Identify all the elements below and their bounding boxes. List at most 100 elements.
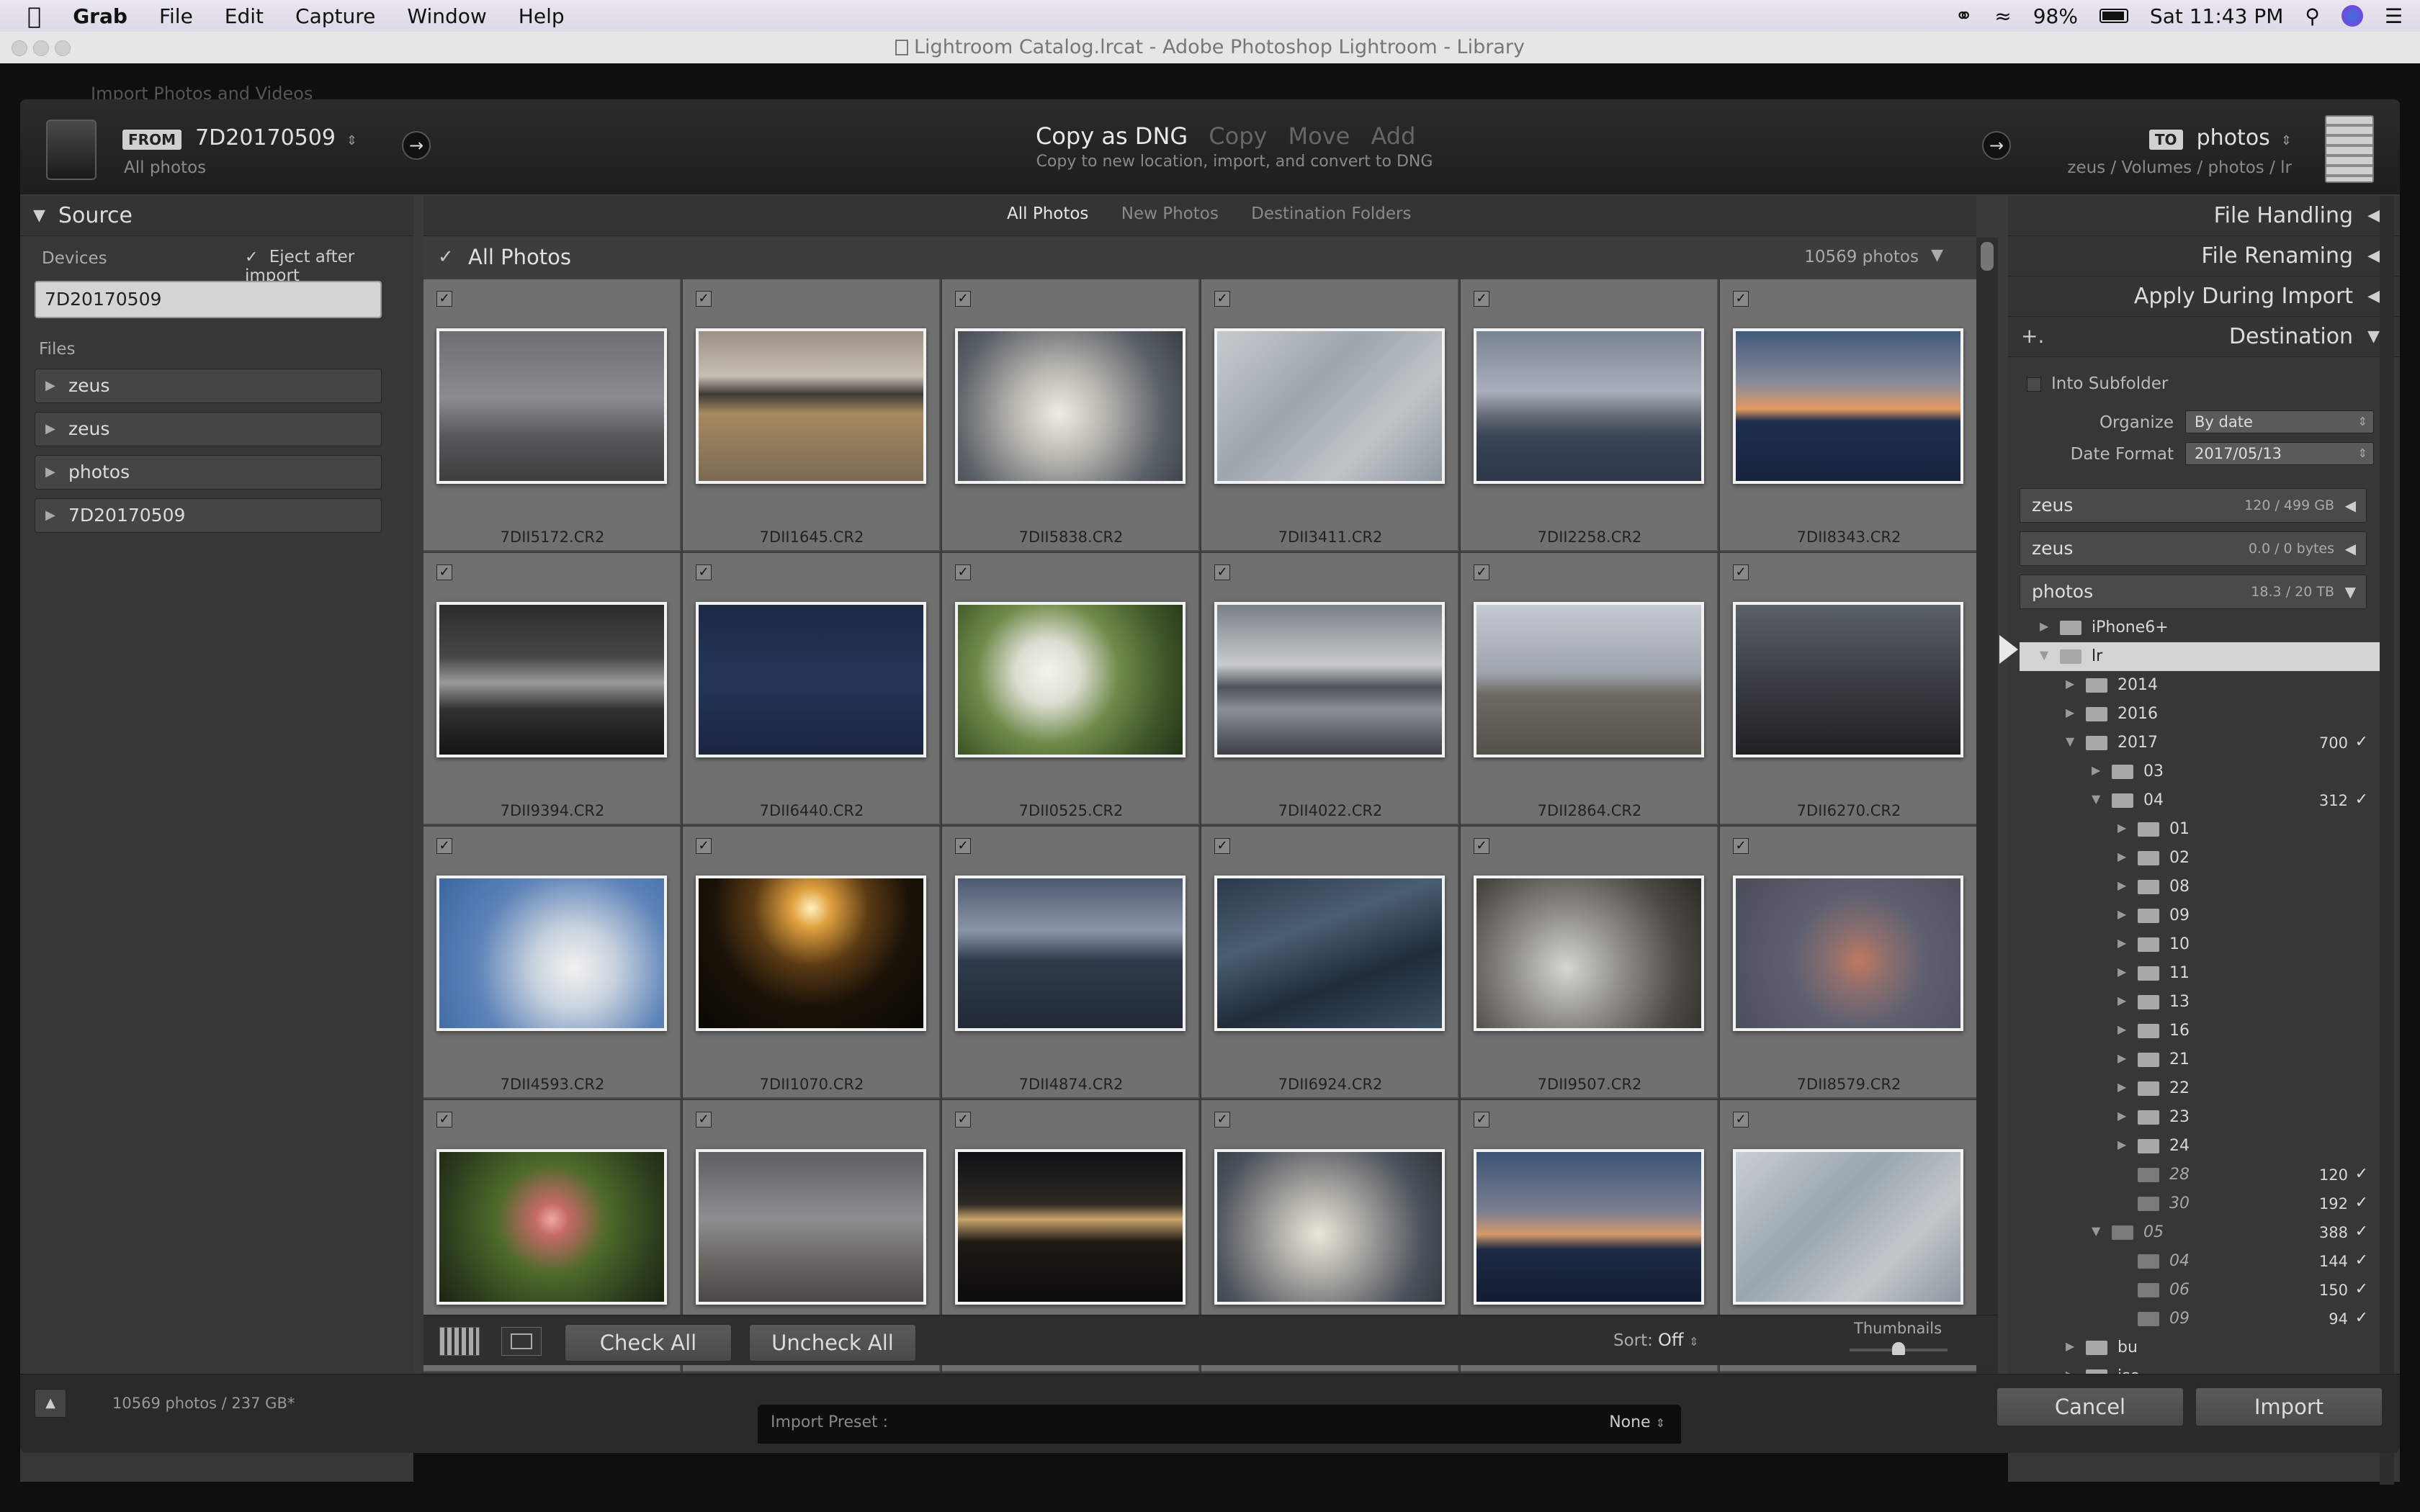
grid-view-icon[interactable] — [439, 1327, 480, 1356]
mode-move[interactable]: Move — [1289, 122, 1350, 150]
folder-tree-item[interactable]: ▶ 13 — [2020, 988, 2380, 1017]
add-folder-plus-icon[interactable]: +. — [2021, 324, 2044, 348]
folder-tree-item[interactable]: ▼ 05 388 ✓ — [2020, 1218, 2380, 1247]
photo-thumbnail[interactable] — [696, 876, 926, 1031]
disclosure-closed-icon[interactable]: ▶ — [2066, 1339, 2074, 1353]
show-more-options-icon[interactable]: ▲ — [35, 1389, 66, 1418]
photo-cell[interactable]: ✓ 7DII8343.CR2 — [1720, 279, 1976, 552]
photo-thumbnail[interactable] — [696, 1149, 926, 1305]
disclosure-closed-icon[interactable]: ▶ — [2066, 706, 2074, 719]
folder-tree-item[interactable]: ▶ 2016 — [2020, 700, 2380, 729]
photo-checkbox[interactable]: ✓ — [955, 838, 971, 854]
folder-tree-item[interactable]: ▶ 01 — [2020, 815, 2380, 844]
folder-tree-item[interactable]: 06 150 ✓ — [2020, 1276, 2380, 1305]
disclosure-closed-icon[interactable]: ▶ — [2118, 1051, 2126, 1065]
destination-drive-icon[interactable] — [2325, 115, 2374, 183]
mode-copy[interactable]: Copy — [1209, 122, 1267, 150]
photo-checkbox[interactable]: ✓ — [436, 564, 452, 580]
photo-checkbox[interactable]: ✓ — [1474, 564, 1489, 580]
disclosure-closed-icon[interactable]: ▶ — [2118, 965, 2126, 978]
folder-tree-item[interactable]: ▶ 02 — [2020, 844, 2380, 873]
tab-all-photos[interactable]: All Photos — [1007, 204, 1088, 223]
from-dropdown-icon[interactable]: ⇕ — [346, 133, 357, 148]
mode-add[interactable]: Add — [1371, 122, 1415, 150]
photo-thumbnail[interactable] — [696, 602, 926, 757]
disclosure-closed-icon[interactable]: ▶ — [2118, 1109, 2126, 1122]
select-all-checkmark-icon[interactable]: ✓ — [438, 246, 454, 268]
sort-dropdown[interactable]: Off ⇕ — [1658, 1330, 1698, 1350]
photo-thumbnail[interactable] — [955, 1149, 1186, 1305]
to-dropdown-icon[interactable]: ⇕ — [2281, 133, 2292, 148]
menu-edit[interactable]: Edit — [225, 4, 264, 28]
notification-center-icon[interactable]: ☰ — [2385, 4, 2403, 28]
folder-tree-item[interactable]: ▶ 23 — [2020, 1103, 2380, 1132]
grid-menu-triangle-icon[interactable]: ▼ — [1931, 246, 1943, 264]
photo-thumbnail[interactable] — [955, 876, 1186, 1031]
photo-thumbnail[interactable] — [1733, 1149, 1963, 1305]
slider-knob[interactable] — [1892, 1342, 1905, 1355]
volume-photos[interactable]: photos 18.3 / 20 TB ▼ — [2020, 575, 2367, 609]
photo-thumbnail[interactable] — [436, 1149, 667, 1305]
disclosure-closed-icon[interactable]: ▶ — [2118, 1138, 2126, 1151]
photo-checkbox[interactable]: ✓ — [436, 838, 452, 854]
photo-thumbnail[interactable] — [1474, 1149, 1704, 1305]
photo-cell[interactable]: ✓ 7DII4022.CR2 — [1201, 553, 1459, 825]
close-window-button[interactable] — [12, 40, 27, 56]
folder-tree-item[interactable]: ▼ lr — [2020, 642, 2380, 671]
photo-checkbox[interactable]: ✓ — [1214, 564, 1230, 580]
folder-tree-item[interactable]: ▶ 2014 — [2020, 671, 2380, 700]
menu-app-name[interactable]: Grab — [73, 4, 127, 28]
folder-tree-item[interactable]: ▼ 04 312 ✓ — [2020, 786, 2380, 815]
section-destination[interactable]: +. Destination ▼ — [2008, 317, 2400, 357]
folder-tree-item[interactable]: 04 144 ✓ — [2020, 1247, 2380, 1276]
photo-checkbox[interactable]: ✓ — [436, 1112, 452, 1128]
grid-scrollbar[interactable] — [1976, 238, 1998, 1414]
photo-cell[interactable]: ✓ 7DII6440.CR2 — [683, 553, 941, 825]
photo-thumbnail[interactable] — [1474, 602, 1704, 757]
photo-checkbox[interactable]: ✓ — [955, 291, 971, 307]
disclosure-closed-icon[interactable]: ▶ — [2118, 936, 2126, 950]
uncheck-all-button[interactable]: Uncheck All — [749, 1324, 916, 1362]
tab-new-photos[interactable]: New Photos — [1121, 204, 1219, 223]
photo-thumbnail[interactable] — [955, 602, 1186, 757]
disclosure-open-icon[interactable]: ▼ — [2092, 1224, 2100, 1238]
photo-thumbnail[interactable] — [1474, 328, 1704, 484]
photo-cell[interactable]: ✓ 7DII5838.CR2 — [942, 279, 1200, 552]
check-all-button[interactable]: Check All — [565, 1324, 732, 1362]
photo-thumbnail[interactable] — [1214, 1149, 1445, 1305]
section-apply-during-import[interactable]: Apply During Import ◀ — [2008, 276, 2400, 317]
volume-zeus-1[interactable]: zeus 120 / 499 GB ◀ — [2020, 488, 2367, 523]
device-item-selected[interactable]: 7D20170509 — [35, 281, 382, 318]
disclosure-closed-icon[interactable]: ▶ — [2092, 763, 2100, 777]
disclosure-open-icon[interactable]: ▼ — [2066, 734, 2074, 748]
import-button[interactable]: Import — [2195, 1387, 2383, 1426]
photo-cell[interactable]: ✓ 7DII5172.CR2 — [424, 279, 681, 552]
thumbnail-size-slider[interactable] — [1850, 1342, 1948, 1355]
source-drive-icon[interactable] — [46, 120, 97, 180]
photo-checkbox[interactable]: ✓ — [1733, 291, 1749, 307]
creative-cloud-icon[interactable]: ⚭ — [1955, 4, 1973, 29]
section-file-renaming[interactable]: File Renaming ◀ — [2008, 236, 2400, 276]
into-subfolder-checkbox[interactable] — [2027, 377, 2041, 392]
photo-cell[interactable]: ✓ 7DII2864.CR2 — [1461, 553, 1718, 825]
folder-tree-item[interactable]: ▶ 10 — [2020, 930, 2380, 959]
folder-tree-item[interactable]: ▶ 22 — [2020, 1074, 2380, 1103]
wifi-icon[interactable]: ≈ — [1994, 4, 2011, 28]
photo-checkbox[interactable]: ✓ — [955, 564, 971, 580]
import-preset-dropdown[interactable]: None ⇕ — [1609, 1413, 1665, 1431]
photo-cell[interactable]: ✓ 7DII1645.CR2 — [683, 279, 941, 552]
destination-scrollbar[interactable] — [2380, 196, 2394, 1485]
source-item-device[interactable]: ▶ 7D20170509 — [35, 498, 382, 533]
disclosure-closed-icon[interactable]: ▶ — [2066, 677, 2074, 690]
cancel-button[interactable]: Cancel — [1996, 1387, 2184, 1426]
photo-thumbnail[interactable] — [1474, 876, 1704, 1031]
folder-tree-item[interactable]: ▶ 11 — [2020, 959, 2380, 988]
photo-thumbnail[interactable] — [436, 602, 667, 757]
source-item-zeus-2[interactable]: ▶ zeus — [35, 412, 382, 446]
to-destination-name[interactable]: photos — [2197, 125, 2270, 150]
menu-help[interactable]: Help — [519, 4, 565, 28]
photo-checkbox[interactable]: ✓ — [1733, 838, 1749, 854]
photo-cell[interactable]: ✓ 7DII0525.CR2 — [942, 553, 1200, 825]
disclosure-closed-icon[interactable]: ▶ — [2118, 878, 2126, 892]
source-header[interactable]: ▼ Source — [20, 196, 413, 236]
